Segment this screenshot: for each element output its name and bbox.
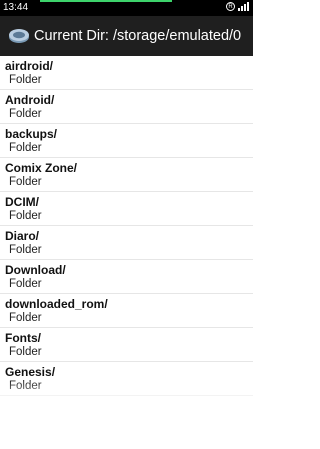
list-item[interactable]: Fonts/ Folder — [0, 328, 253, 362]
entry-name: downloaded_rom/ — [5, 297, 108, 311]
action-bar: Current Dir: /storage/emulated/0 — [0, 16, 253, 56]
file-list[interactable]: airdroid/ Folder Android/ Folder backups… — [0, 56, 253, 410]
entry-kind: Folder — [9, 176, 42, 188]
signal-icon — [238, 2, 249, 11]
entry-name: DCIM/ — [5, 195, 39, 209]
list-item[interactable]: backups/ Folder — [0, 124, 253, 158]
entry-name: Diaro/ — [5, 229, 40, 243]
entry-kind: Folder — [9, 278, 42, 290]
entry-kind: Folder — [9, 244, 42, 256]
current-dir-title: Current Dir: /storage/emulated/0 — [34, 28, 242, 44]
entry-name: Android/ — [5, 93, 55, 107]
entry-name: Download/ — [5, 263, 66, 277]
list-item[interactable]: Comix Zone/ Folder — [0, 158, 253, 192]
list-item[interactable]: Android/ Folder — [0, 90, 253, 124]
entry-name: Comix Zone/ — [5, 161, 78, 175]
entry-name: Fonts/ — [5, 331, 41, 345]
entry-kind: Folder — [9, 74, 42, 86]
list-item[interactable]: airdroid/ Folder — [0, 56, 253, 90]
list-item[interactable]: DCIM/ Folder — [0, 192, 253, 226]
entry-kind: Folder — [9, 142, 42, 154]
entry-kind: Folder — [9, 346, 42, 358]
status-progress-line — [40, 0, 172, 2]
entry-name: Genesis/ — [5, 365, 56, 379]
list-item[interactable]: Diaro/ Folder — [0, 226, 253, 260]
list-fade-overlay — [0, 380, 253, 420]
alarm-icon: R — [226, 2, 235, 11]
status-time: 13:44 — [3, 2, 29, 13]
list-item[interactable]: downloaded_rom/ Folder — [0, 294, 253, 328]
entry-kind: Folder — [9, 108, 42, 120]
list-item[interactable]: Download/ Folder — [0, 260, 253, 294]
drive-icon[interactable] — [8, 27, 30, 45]
entry-kind: Folder — [9, 210, 42, 222]
status-bar: 13:44 R — [0, 0, 253, 16]
status-icons: R — [226, 2, 249, 11]
entry-name: airdroid/ — [5, 59, 54, 73]
entry-name: backups/ — [5, 127, 58, 141]
entry-kind: Folder — [9, 312, 42, 324]
